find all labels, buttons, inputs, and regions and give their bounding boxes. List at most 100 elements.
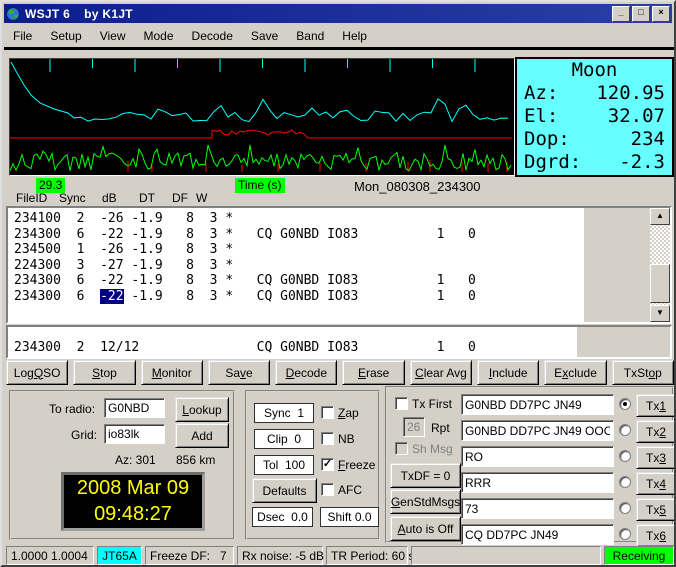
decode-col-df: DF <box>172 191 188 205</box>
log-qso-button[interactable]: Log Q SO <box>6 360 69 385</box>
nb-label: NB <box>338 432 355 446</box>
tx-message-5-radio[interactable] <box>619 502 631 514</box>
globe-icon <box>6 6 20 21</box>
azimuth-label: Az: 301 <box>115 453 156 467</box>
selected-db-cell[interactable]: -22 <box>100 288 124 304</box>
spectrum-plot[interactable] <box>9 58 515 176</box>
tx-message-6-input[interactable] <box>461 524 614 545</box>
decode-text-area[interactable]: 234100 2 -26 -1.9 8 3 * 234300 6 -22 -1.9… <box>6 206 672 324</box>
defaults-button[interactable]: Defaults <box>252 478 317 503</box>
tx4-button[interactable]: Tx 4 <box>636 472 674 495</box>
tx-message-3-input[interactable] <box>461 446 614 467</box>
sh-msg-checkbox[interactable] <box>395 442 408 455</box>
tx-message-2-input[interactable] <box>461 420 614 441</box>
scroll-up-icon[interactable]: ▲ <box>650 208 670 225</box>
decode-row[interactable]: 234300 6 -22 -1.9 8 3 * CQ G0NBD IO83 1 … <box>8 227 670 243</box>
action-button-row: Log Q SO Stop Monitor Sa v e Decode Erase Clear A… <box>6 360 674 385</box>
nb-checkbox[interactable] <box>321 432 334 445</box>
status-segment-rx-noise: Rx noise: -5 dB <box>237 546 324 565</box>
decode-button[interactable]: Decode <box>275 360 338 385</box>
menu-separator <box>4 47 674 50</box>
tx-message-1-input[interactable] <box>461 394 614 415</box>
add-button[interactable]: Add <box>175 423 229 448</box>
exclude-button[interactable]: Ex clude <box>544 360 607 385</box>
rpt-label: Rpt <box>431 421 450 435</box>
lookup-button[interactable]: Lookup <box>175 397 229 422</box>
decode-col-w: W <box>196 191 208 205</box>
decode-row[interactable]: 234100 2 -26 -1.9 8 3 * <box>8 211 670 227</box>
tx-message-4-input[interactable] <box>461 472 614 493</box>
tx5-button[interactable]: Tx 5 <box>636 498 674 521</box>
menu-item-help[interactable]: Help <box>333 27 376 45</box>
tx1-button[interactable]: Tx 1 <box>636 394 674 417</box>
decode-row[interactable]: 234300 6 -22 -1.9 8 3 * CQ G0NBD IO83 1 … <box>8 288 670 305</box>
freeze-checkbox[interactable]: ✓ <box>321 458 334 471</box>
tx-message-2-radio[interactable] <box>619 424 631 436</box>
menu-item-view[interactable]: View <box>91 27 135 45</box>
menu-item-save[interactable]: Save <box>242 27 287 45</box>
status-segment-spacer <box>411 546 601 565</box>
tx-message-3-radio[interactable] <box>619 450 631 462</box>
distance-label: 856 km <box>176 453 216 467</box>
rpt-value-box[interactable]: 26 <box>403 417 425 437</box>
shift-control[interactable]: Shift 0.0 <box>320 507 379 527</box>
tx-message-6-radio[interactable] <box>619 528 631 540</box>
txstop-button[interactable]: TxSt o p <box>611 360 674 385</box>
status-segment-jt65a: JT65A <box>97 546 142 565</box>
moon-row-el: El: 32.07 <box>517 105 672 128</box>
decode-row[interactable]: 234500 1 -26 -1.9 8 3 * <box>8 242 670 258</box>
clock-display: 2008 Mar 09 09:48:27 <box>61 472 205 531</box>
menu-item-decode[interactable]: Decode <box>183 27 242 45</box>
clip-control[interactable]: Clip 0 <box>254 429 314 449</box>
to-radio-label: To radio: <box>49 402 96 416</box>
include-button[interactable]: Include <box>477 360 540 385</box>
window-title-by: by K1JT <box>84 6 133 21</box>
tx2-button[interactable]: Tx 2 <box>636 420 674 443</box>
wsjt-window: WSJT 6 by K1JT _ □ × File Setup View Mode Deco… <box>0 0 676 567</box>
gen-std-msgs-button[interactable]: GenStdMsgs <box>390 489 461 514</box>
to-radio-input[interactable] <box>104 398 165 418</box>
tol-control[interactable]: Tol 100 <box>254 455 314 475</box>
tx-first-checkbox[interactable] <box>395 397 408 410</box>
window-controls: _ □ × <box>612 5 670 22</box>
tx6-button[interactable]: Tx 6 <box>636 524 674 547</box>
tx-message-1-radio[interactable] <box>619 398 631 410</box>
moon-row-label: Az: <box>524 82 559 104</box>
close-button[interactable]: × <box>652 5 670 22</box>
average-text-area[interactable]: 234300 2 12/12 CQ G0NBD IO83 1 0 <box>6 325 672 359</box>
dsec-control[interactable]: Dsec 0.0 <box>252 507 313 527</box>
menu-item-band[interactable]: Band <box>287 27 333 45</box>
txdf-button[interactable]: TxDF = 0 <box>390 463 461 488</box>
monitor-button[interactable]: Monitor <box>140 360 203 385</box>
clear-avg-button[interactable]: Clear Avg <box>409 360 473 385</box>
decode-col-db: dB <box>102 191 117 205</box>
moon-row-value: -2.3 <box>619 151 665 173</box>
menu-item-setup[interactable]: Setup <box>41 27 90 45</box>
moon-row-az: Az: 120.95 <box>517 82 672 105</box>
decode-col-sync: Sync <box>59 191 86 205</box>
moon-row-value: 234 <box>630 128 665 150</box>
scroll-down-icon[interactable]: ▼ <box>650 305 670 322</box>
menu-item-mode[interactable]: Mode <box>135 27 183 45</box>
decode-row[interactable]: 224300 3 -27 -1.9 8 3 * <box>8 258 670 274</box>
status-segment-receiving: Receiving <box>604 546 674 565</box>
tx-message-4-radio[interactable] <box>619 476 631 488</box>
auto-button[interactable]: Auto is Off <box>390 516 461 541</box>
decode-scrollbar[interactable]: ▲ ▼ <box>650 208 670 322</box>
save-button[interactable]: Sa v e <box>207 360 271 385</box>
spectrum-traces <box>9 59 512 172</box>
decode-row[interactable]: 234300 6 -22 -1.9 8 3 * CQ G0NBD IO83 1 … <box>8 273 670 289</box>
tx3-button[interactable]: Tx 3 <box>636 446 674 469</box>
menu-item-file[interactable]: File <box>4 27 41 45</box>
minimize-button[interactable]: _ <box>612 5 630 22</box>
zap-checkbox[interactable] <box>321 406 334 419</box>
scroll-thumb[interactable] <box>650 264 670 303</box>
grid-input[interactable] <box>104 424 165 444</box>
tx-message-5-input[interactable] <box>461 498 614 519</box>
sync-control[interactable]: Sync 1 <box>254 403 314 423</box>
erase-button[interactable]: Erase <box>342 360 405 385</box>
average-gray-filler <box>577 327 670 357</box>
maximize-button[interactable]: □ <box>632 5 650 22</box>
afc-checkbox[interactable] <box>321 483 334 496</box>
stop-button[interactable]: Stop <box>73 360 136 385</box>
